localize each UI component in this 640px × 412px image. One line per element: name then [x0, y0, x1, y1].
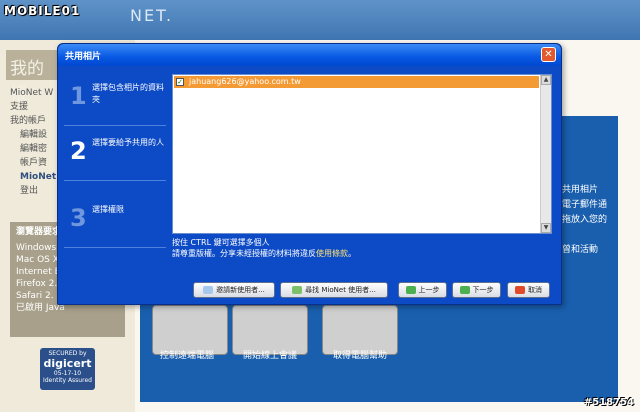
sidebar-item[interactable]: 帳戶資	[10, 156, 60, 170]
step-number: 3	[70, 204, 87, 232]
dialog-title: 共用相片	[65, 52, 102, 62]
step-3: 3 選擇權限	[64, 196, 166, 248]
step-number: 2	[70, 137, 87, 165]
left-nav: MioNet W 支援 我的帳戶 編輯設 編輯密 帳戶資 MioNet 登出	[10, 86, 60, 198]
right-menu-item[interactable]	[562, 228, 607, 243]
copyright-end: 。	[348, 249, 356, 258]
dialog-titlebar[interactable]: 共用相片 ✕	[58, 44, 561, 66]
sidebar-item[interactable]: MioNet W	[10, 86, 60, 100]
checkbox[interactable]: ✓	[176, 78, 184, 86]
user-icon	[203, 286, 214, 294]
prev-button[interactable]: 上一步	[398, 282, 447, 298]
find-user-button[interactable]: 尋找 MioNet 使用者...	[280, 282, 388, 298]
close-button[interactable]: ✕	[541, 47, 556, 62]
brand-logo: NET.	[130, 6, 174, 25]
digicert-name: digicert	[43, 357, 92, 370]
sidebar-item[interactable]: 編輯設	[10, 128, 60, 142]
copyright-notice: 請尊重版權。分享未經授權的材料將違反使用條款。	[172, 248, 356, 259]
step-panel: 1 選擇包含相片的資料夾 2 選擇要給予共用的人 3 選擇權限	[64, 74, 166, 269]
feature-help-label[interactable]: 取得電腦幫助	[315, 348, 405, 361]
sidebar-item[interactable]: 我的帳戶	[10, 114, 60, 128]
step-label: 選擇包含相片的資料夾	[92, 83, 164, 104]
find-label: 尋找 MioNet 使用者...	[305, 286, 376, 294]
step-2: 2 選擇要給予共用的人	[64, 129, 166, 181]
prev-label: 上一步	[418, 286, 440, 294]
cancel-button[interactable]: 取消	[507, 282, 550, 298]
cancel-x-icon	[515, 286, 525, 294]
sidebar-item[interactable]: 支援	[10, 100, 60, 114]
right-menu-item[interactable]: 曾和活動	[562, 243, 607, 258]
next-label: 下一步	[472, 286, 494, 294]
multi-select-hint: 按住 CTRL 鍵可選擇多個人	[172, 238, 270, 247]
cancel-label: 取消	[528, 286, 542, 294]
right-menu: 共用相片 電子郵件通 拖放入您的曾和活動	[562, 183, 607, 258]
right-menu-item[interactable]: 電子郵件通	[562, 198, 607, 213]
scroll-up-icon[interactable]: ▲	[541, 75, 551, 85]
list-item-email: jahuang626@yahoo.com.tw	[189, 77, 301, 86]
step-1: 1 選擇包含相片的資料夾	[64, 74, 166, 126]
feature-remote-label[interactable]: 控制遠端電腦	[142, 348, 232, 361]
forward-arrow-icon	[459, 286, 470, 294]
watermark: MOBILE01	[4, 4, 81, 18]
invite-user-button[interactable]: 邀請新使用者...	[193, 282, 275, 298]
user-list[interactable]: ✓ jahuang626@yahoo.com.tw ▲ ▼	[172, 74, 552, 234]
step-label: 選擇要給予共用的人	[92, 138, 164, 147]
step-label: 選擇權限	[92, 205, 124, 214]
photo-credit: #518754	[583, 397, 634, 408]
sidebar-item[interactable]: 編輯密	[10, 142, 60, 156]
terms-link[interactable]: 使用條款	[316, 249, 348, 258]
share-photos-dialog: 共用相片 ✕ 1 選擇包含相片的資料夾 2 選擇要給予共用的人 3 選擇權限 ✓…	[57, 43, 562, 305]
feature-meeting-label[interactable]: 開始線上會議	[225, 348, 315, 361]
scrollbar[interactable]: ▲ ▼	[540, 75, 551, 233]
digicert-date: 05-17-10	[53, 370, 82, 377]
scroll-down-icon[interactable]: ▼	[541, 223, 551, 233]
right-menu-item[interactable]: 拖放入您的	[562, 213, 607, 228]
sidebar-item[interactable]: MioNet	[10, 170, 60, 184]
right-menu-item[interactable]: 共用相片	[562, 183, 607, 198]
list-item[interactable]: ✓ jahuang626@yahoo.com.tw	[174, 76, 539, 88]
sidebar-item[interactable]: 登出	[10, 184, 60, 198]
invite-label: 邀請新使用者...	[216, 286, 265, 294]
digicert-assured: Identity Assured	[43, 377, 92, 384]
digicert-secured: SECURED by	[48, 350, 87, 357]
copyright-text: 請尊重版權。分享未經授權的材料將違反	[172, 249, 316, 258]
search-user-icon	[292, 286, 303, 294]
back-arrow-icon	[405, 286, 416, 294]
top-banner: MOBILE01 NET.	[0, 0, 640, 40]
digicert-seal[interactable]: SECURED by digicert 05-17-10 Identity As…	[40, 348, 95, 390]
step-number: 1	[70, 82, 87, 110]
next-button[interactable]: 下一步	[452, 282, 501, 298]
page-title: 我的帳	[6, 50, 61, 104]
